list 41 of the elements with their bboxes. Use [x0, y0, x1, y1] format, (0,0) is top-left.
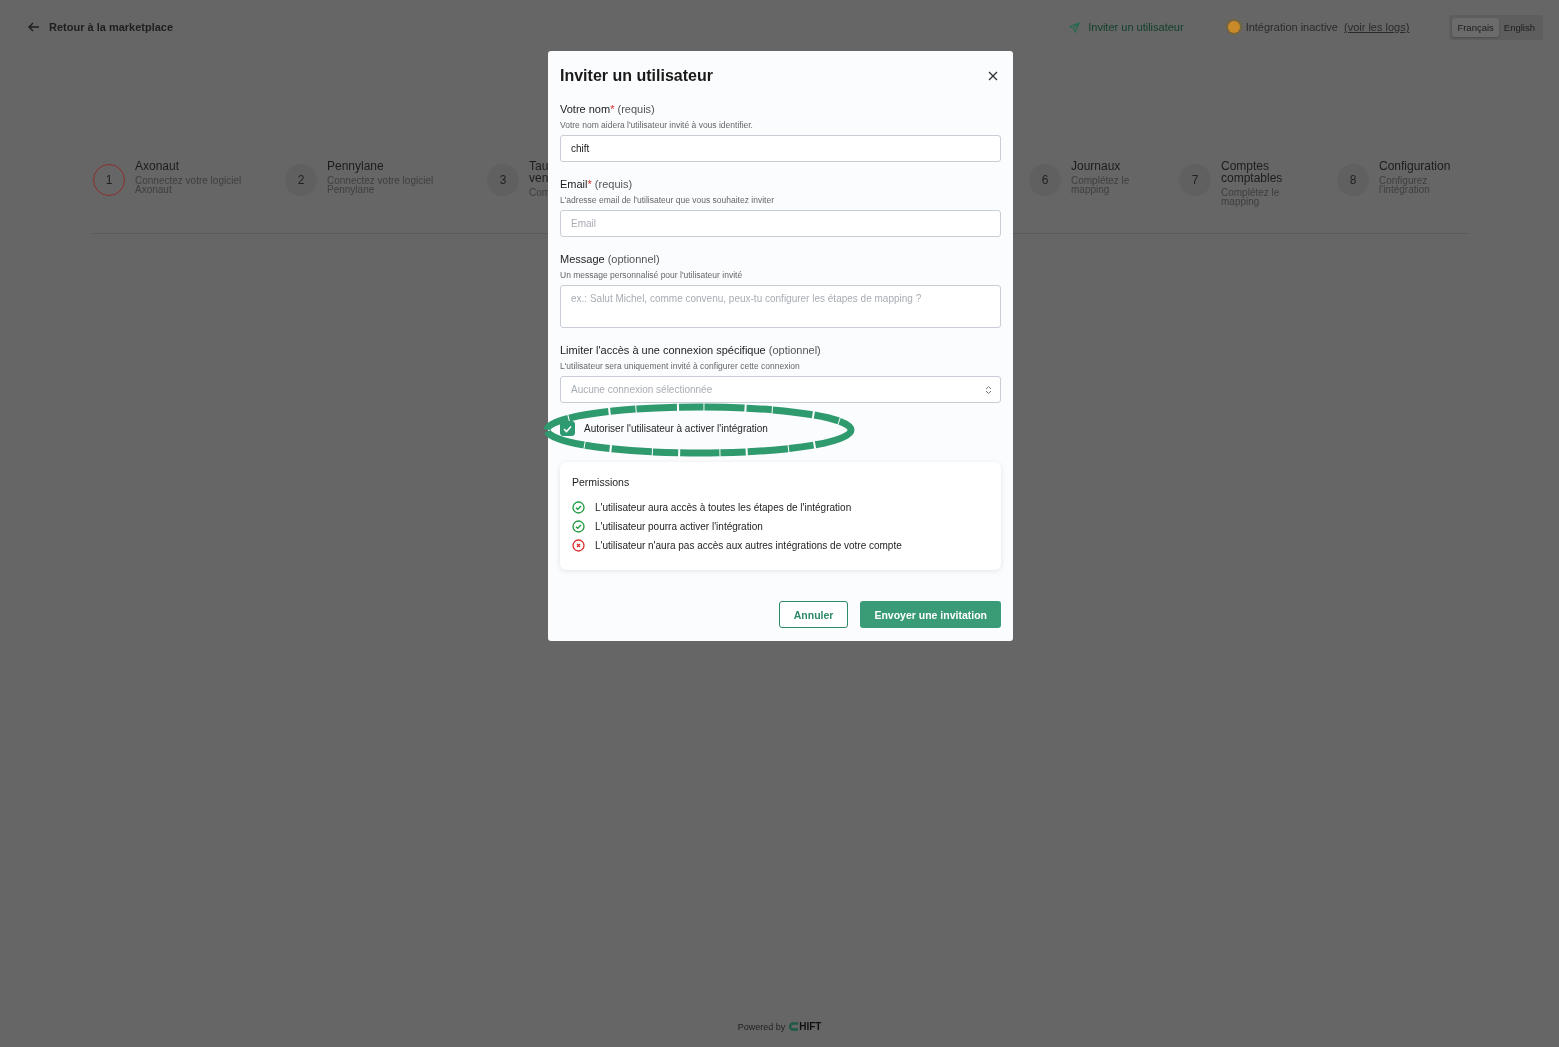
permissions-title: Permissions — [572, 476, 631, 488]
field-help: Un message personnalisé pour l'utilisateur invité — [560, 270, 744, 280]
field-label: Votre nom* (requis) — [560, 103, 656, 115]
step-number: 6 — [1029, 164, 1061, 196]
field-help: L'adresse email de l'utilisateur que vous souhaitez inviter — [560, 195, 775, 205]
send-icon — [1069, 21, 1081, 33]
step-number: 8 — [1337, 164, 1369, 196]
step-number: 3 — [487, 164, 519, 196]
connection-select[interactable]: Aucune connexion sélectionnée — [560, 376, 1001, 403]
field-label: Limiter l'accès à une connexion spécifique (optionnel) — [560, 344, 822, 356]
arrow-left-icon — [28, 22, 40, 32]
check-icon — [563, 424, 572, 433]
step-number: 7 — [1179, 164, 1211, 196]
permission-text: L'utilisateur n'aura pas accès aux autres intégrations de votre compte — [595, 540, 902, 551]
send-invitation-button[interactable]: Envoyer une invitation — [860, 601, 1001, 628]
dialog-title: Inviter un utilisateur — [560, 67, 713, 85]
step-title: Comptes comptables — [1221, 160, 1284, 184]
back-link[interactable]: Retour à la marketplace — [28, 21, 174, 33]
field-help: Votre nom aidera l'utilisateur invité à vous identifier. — [560, 120, 754, 130]
step-number: 2 — [285, 164, 317, 196]
status-text: Intégration inactive — [1245, 21, 1338, 33]
step-title: Axonaut — [135, 160, 181, 172]
step-title: Tau ven — [529, 160, 549, 184]
field-label: Message (optionnel) — [560, 253, 661, 265]
step-title: Configuration — [1379, 160, 1452, 172]
step-title: Journaux — [1071, 160, 1122, 172]
cancel-button[interactable]: Annuler — [778, 601, 849, 628]
input-field[interactable]: chift — [560, 135, 1001, 162]
language-tab[interactable]: Français — [1452, 17, 1499, 37]
logo: HIFT — [789, 1021, 822, 1032]
permission-text: L'utilisateur aura accès à toutes les étapes de l'intégration — [595, 502, 852, 513]
checkbox-label: Autoriser l'utilisateur à activer l'intégration — [584, 423, 768, 434]
language-tab[interactable]: English — [1498, 17, 1540, 37]
chevron-icon — [985, 384, 992, 395]
step-title: Pennylane — [327, 160, 385, 172]
permission-text: L'utilisateur pourra activer l'intégration — [595, 521, 763, 532]
field-label: Email* (requis) — [560, 178, 634, 190]
message-field[interactable]: ex.: Salut Michel, comme convenu, peux-tu configurer les étapes de mapping ? — [560, 285, 1001, 328]
invite-link[interactable]: Inviter un utilisateur — [1069, 21, 1184, 33]
input-field[interactable]: Email — [560, 210, 1001, 237]
field-help: L'utilisateur sera uniquement invité à configurer cette connexion — [560, 361, 801, 371]
